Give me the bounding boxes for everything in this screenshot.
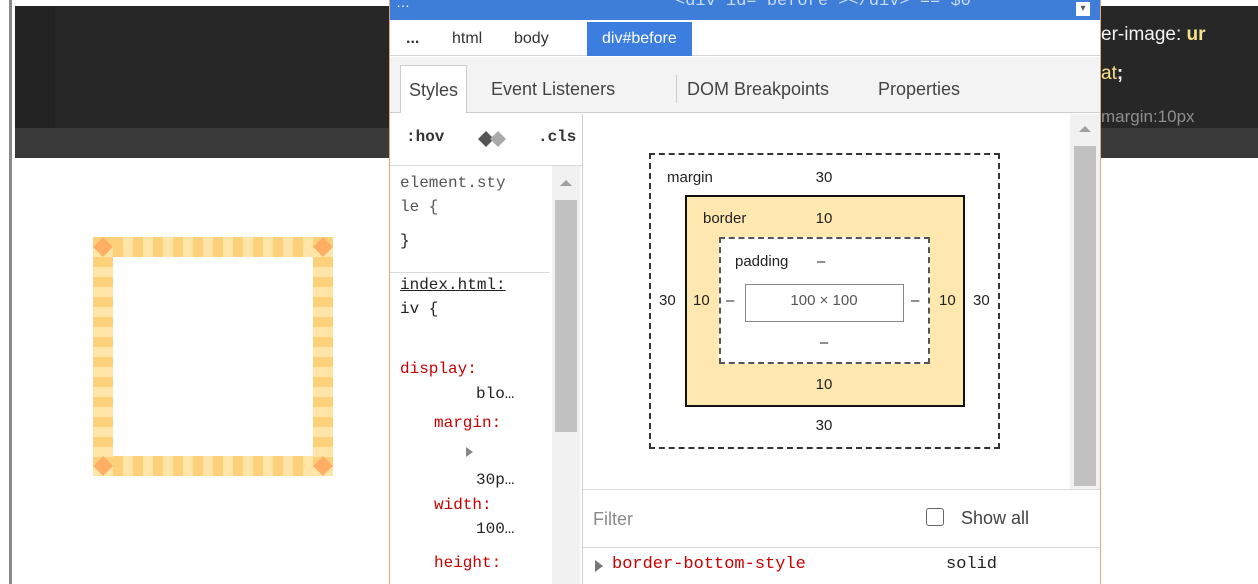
demo-border-top	[93, 237, 333, 257]
computed-pane: margin 30 30 30 30 border 10 10 10 10 pa…	[583, 114, 1100, 584]
margin-left-value[interactable]: 30	[659, 292, 676, 309]
code-token-value: at	[1101, 63, 1117, 84]
show-all-label[interactable]: Show all	[961, 508, 1029, 529]
margin-top-value[interactable]: 30	[816, 169, 833, 186]
tab-dom-breakpoints[interactable]: DOM Breakpoints	[687, 65, 829, 113]
scrollbar-thumb[interactable]	[555, 200, 577, 432]
rule-divider	[390, 272, 550, 273]
tab-styles[interactable]: Styles	[400, 65, 468, 113]
computed-filter-bar: Filter Show all	[583, 489, 1100, 548]
expand-arrow-icon[interactable]	[595, 560, 603, 572]
styles-toolbar: :hov .cls	[390, 114, 582, 166]
breadcrumb: ... html body div#before	[390, 22, 1100, 56]
border-right-value[interactable]: 10	[939, 292, 956, 309]
selected-node-strip[interactable]: … <div id="before"></div> == $0 ▾	[390, 0, 1100, 20]
margin-label: margin	[667, 169, 713, 186]
breadcrumb-html[interactable]: html	[442, 22, 492, 56]
padding-bottom-value[interactable]: –	[820, 334, 828, 351]
breadcrumb-div-before[interactable]: div#before	[587, 22, 692, 56]
styles-scrollbar[interactable]	[552, 166, 580, 584]
code-line-margin: margin:10px	[1101, 107, 1195, 126]
devtools-panel: … <div id="before"></div> == $0 ▾ ... ht…	[389, 0, 1101, 584]
padding-top-value[interactable]: –	[817, 253, 825, 270]
prop-display-value[interactable]: blo…	[476, 385, 514, 403]
prop-margin-name[interactable]: margin:	[434, 414, 501, 432]
tab-event-listeners[interactable]: Event Listeners	[491, 65, 615, 113]
styles-pane: :hov .cls element.sty le { } index.html:…	[390, 114, 583, 584]
prop-width-label: width	[434, 496, 483, 514]
tab-properties[interactable]: Properties	[878, 65, 960, 113]
prop-display-name[interactable]: display:	[400, 360, 477, 378]
prop-height-label: height	[434, 554, 492, 572]
scroll-up-icon[interactable]	[560, 180, 572, 186]
padding-right-value[interactable]: –	[911, 292, 919, 309]
colon: :	[482, 496, 492, 514]
code-token-separator: :	[1175, 24, 1187, 45]
margin-bottom-value[interactable]: 30	[816, 417, 833, 434]
computed-property-row[interactable]: border-bottom-style solid	[583, 549, 1100, 584]
rule-selector[interactable]: iv {	[400, 300, 438, 318]
prop-width-value[interactable]: 100…	[476, 520, 514, 538]
computed-property-value: solid	[946, 555, 998, 574]
computed-property-name: border-bottom-style	[612, 555, 806, 574]
demo-border-bottom	[93, 456, 333, 476]
tab-separator	[676, 75, 677, 103]
prop-height-name[interactable]: height:	[434, 554, 501, 572]
scroll-down-icon[interactable]: ▾	[1076, 2, 1090, 16]
editor-gutter	[15, 6, 55, 128]
border-bottom-value[interactable]: 10	[816, 376, 833, 393]
border-top-value[interactable]: 10	[816, 210, 833, 227]
window-left-edge	[0, 0, 12, 584]
code-line-repeat: at;	[1101, 63, 1123, 85]
cls-toggle[interactable]: .cls	[538, 128, 576, 146]
selected-node-text: <div id="before"></div> == $0	[675, 0, 971, 11]
demo-border-right	[313, 237, 333, 476]
expand-margin-icon[interactable]	[466, 447, 473, 457]
screen: er-image: ur at; margin:10px … <div id="…	[0, 0, 1258, 584]
source-link[interactable]: index.html:	[400, 276, 506, 294]
breadcrumb-body[interactable]: body	[504, 22, 559, 56]
box-model-diagram: margin 30 30 30 30 border 10 10 10 10 pa…	[583, 114, 1071, 489]
element-style-selector[interactable]: element.sty	[400, 174, 506, 192]
code-line-border-image: er-image: ur	[1101, 24, 1206, 46]
filter-input[interactable]: Filter	[593, 509, 633, 530]
prop-width-name[interactable]: width:	[434, 496, 492, 514]
border-label: border	[703, 210, 747, 227]
demo-border-left	[93, 237, 113, 476]
margin-right-value[interactable]: 30	[973, 292, 990, 309]
padding-left-value[interactable]: –	[726, 292, 734, 309]
scrollbar-thumb[interactable]	[1074, 146, 1096, 486]
prop-margin-label: margin	[434, 414, 492, 432]
computed-scrollbar[interactable]	[1070, 114, 1100, 489]
code-token-value: ur	[1186, 24, 1206, 45]
content-size[interactable]: 100 × 100	[790, 292, 857, 309]
element-style-close: }	[400, 232, 410, 250]
prop-margin-value[interactable]: 30p…	[476, 471, 514, 489]
element-state-icon[interactable]	[478, 129, 508, 149]
show-all-checkbox[interactable]	[926, 508, 944, 526]
colon: :	[491, 414, 502, 432]
hov-toggle[interactable]: :hov	[406, 128, 444, 146]
code-token-semicolon: ;	[1116, 63, 1124, 84]
selected-node-dots: …	[396, 0, 410, 10]
code-token-property: er-image	[1101, 24, 1176, 45]
prop-display-label: display	[400, 360, 468, 378]
element-style-open: le {	[400, 198, 439, 216]
border-left-value[interactable]: 10	[693, 292, 710, 309]
padding-label: padding	[735, 253, 789, 270]
colon: :	[491, 554, 502, 572]
sidebar-tabs: Styles Event Listeners DOM Breakpoints P…	[390, 57, 1100, 113]
breadcrumb-more[interactable]: ...	[396, 22, 429, 56]
scroll-up-icon[interactable]	[1079, 126, 1091, 132]
colon: :	[467, 360, 477, 378]
